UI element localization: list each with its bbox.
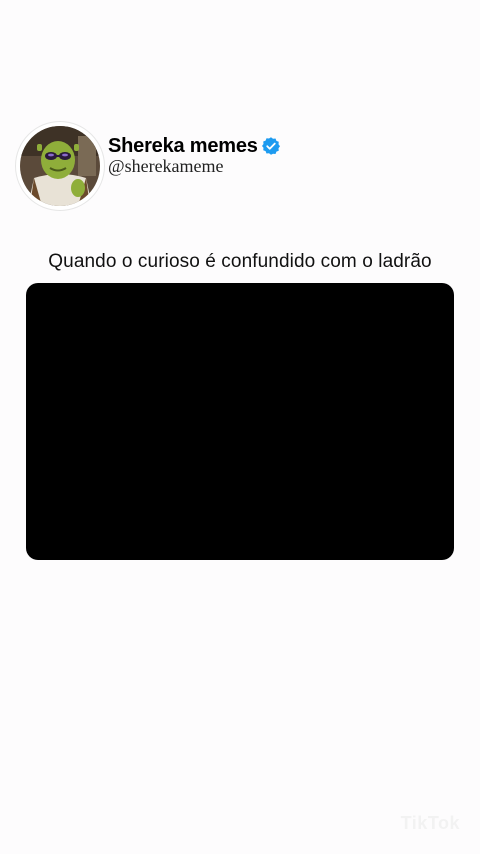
shrek-avatar-icon — [20, 126, 100, 206]
post-caption: Quando o curioso é confundido com o ladr… — [48, 251, 432, 272]
user-handle[interactable]: @sherekameme — [108, 156, 281, 177]
verified-badge-icon — [261, 137, 280, 155]
profile-names: Shereka memes @sherekameme — [108, 133, 281, 177]
watermark: TikTok — [400, 813, 460, 833]
profile-header: Shereka memes @sherekameme — [16, 122, 281, 210]
avatar[interactable] — [16, 122, 104, 210]
video-player[interactable] — [26, 283, 454, 560]
display-name[interactable]: Shereka memes — [108, 135, 258, 158]
